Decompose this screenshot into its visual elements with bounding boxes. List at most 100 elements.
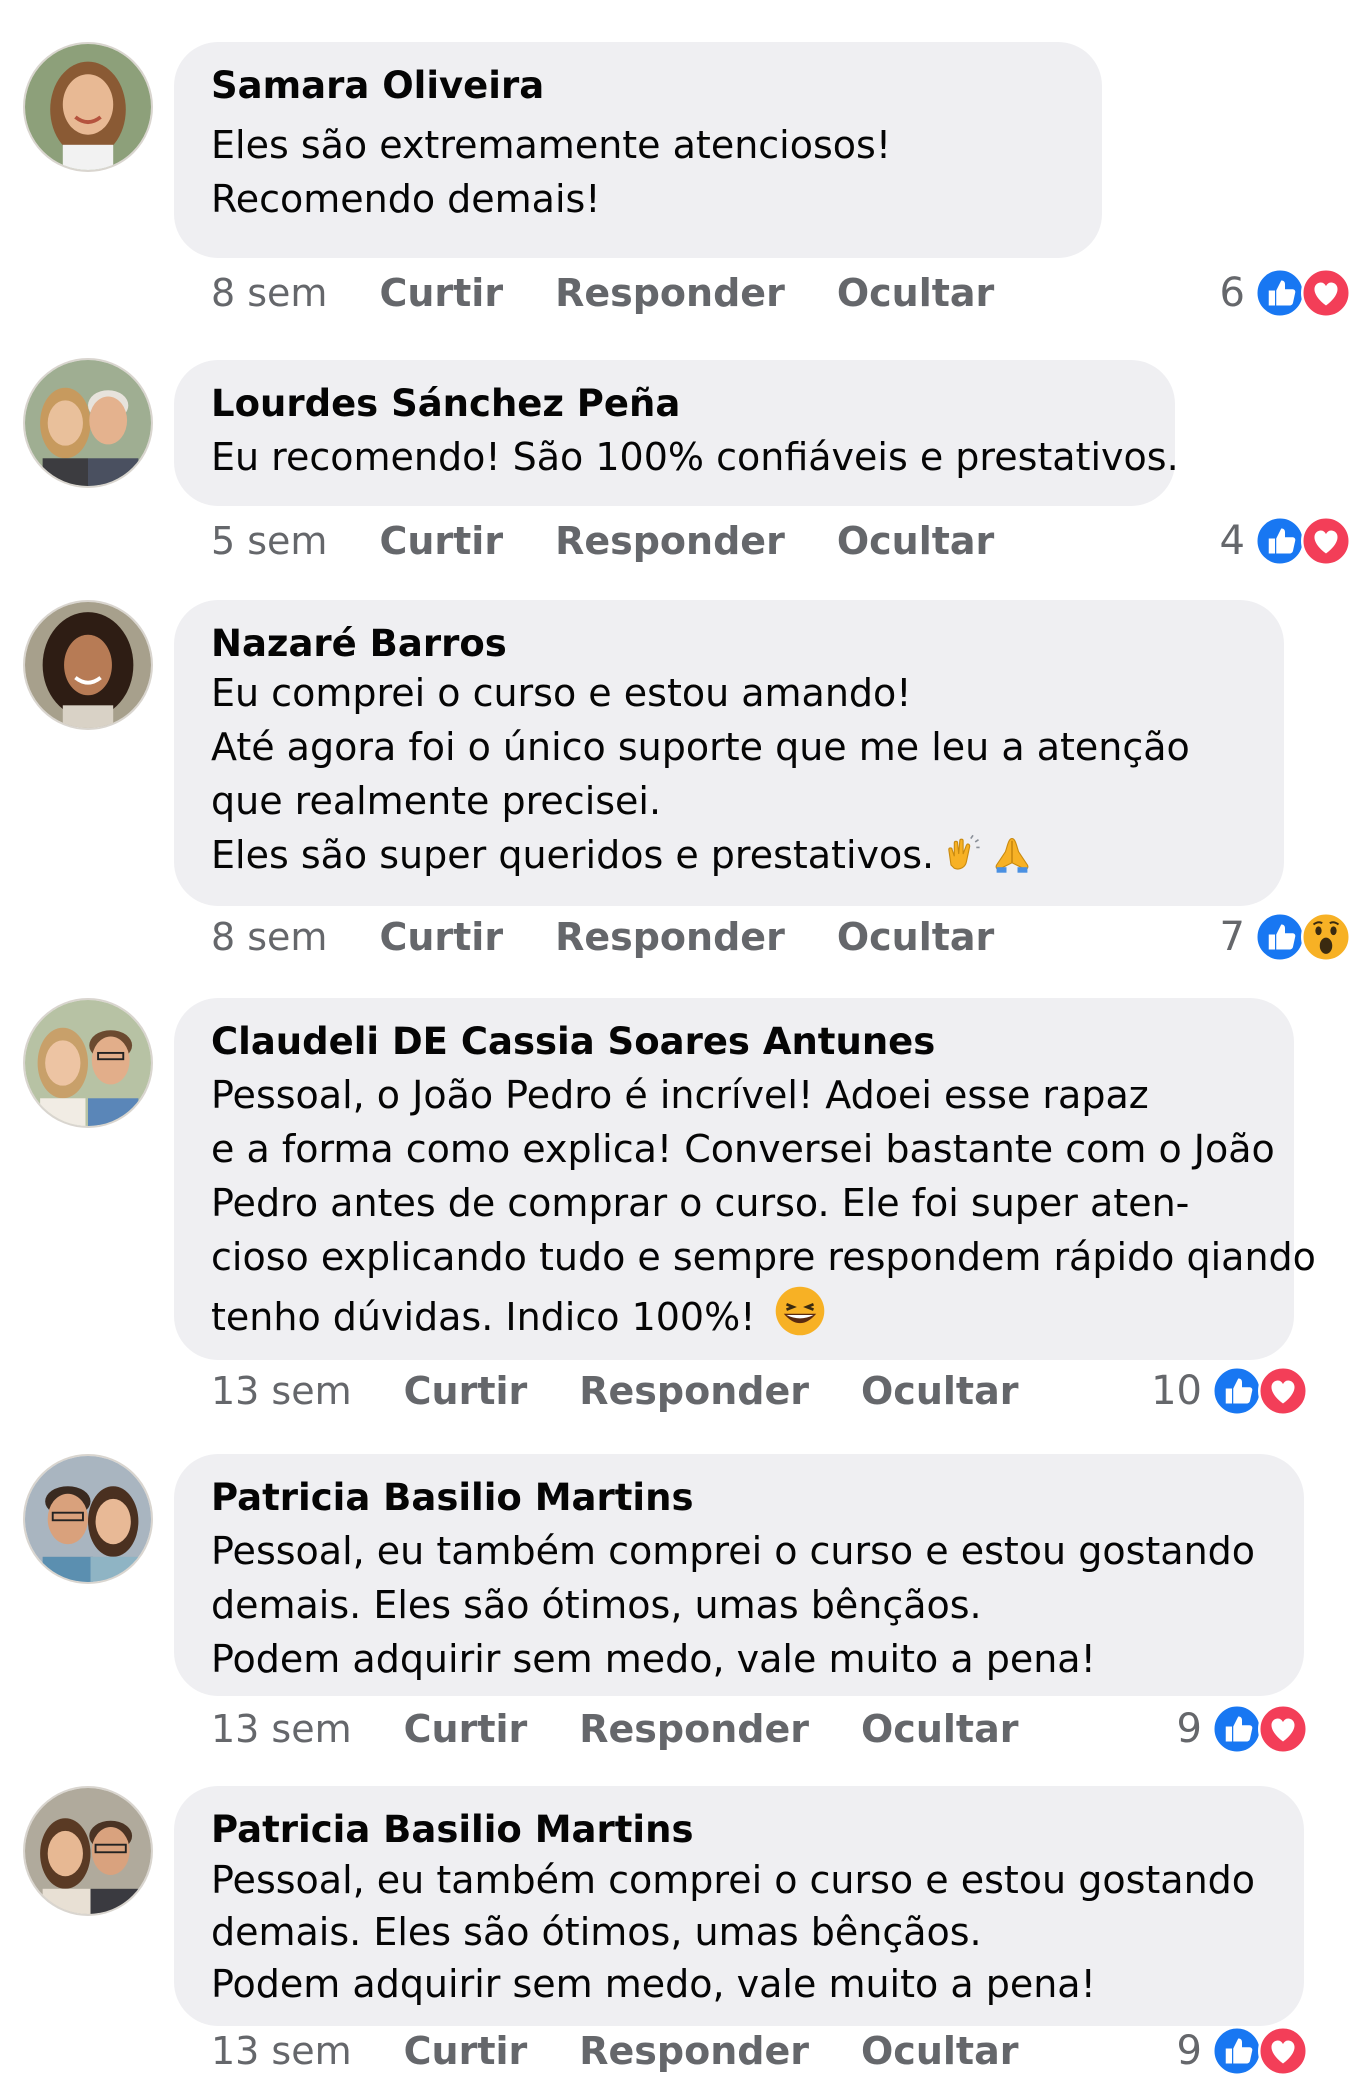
comment-line: cioso explicando tudo e sempre respondem… <box>211 1235 1316 1279</box>
comment-line: que realmente precisei. <box>211 779 662 823</box>
reply-button[interactable]: Responder <box>555 915 785 959</box>
reaction-summary[interactable]: 10 <box>1151 1366 1308 1416</box>
love-icon <box>1258 1366 1308 1416</box>
reaction-count: 6 <box>1219 270 1245 316</box>
comment-line: demais. Eles são ótimos, umas bênçãos. <box>211 1910 982 1954</box>
comment-actions: 5 sem Curtir Responder Ocultar <box>211 516 1046 566</box>
comment-actions: 13 sem Curtir Responder Ocultar <box>211 2026 1070 2076</box>
reply-button[interactable]: Responder <box>579 1707 809 1751</box>
comment-text: Pessoal, eu também comprei o curso e est… <box>211 1524 1268 1686</box>
comment-bubble: Patricia Basilio Martins Pessoal, eu tam… <box>174 1786 1304 2026</box>
grinning-squinting-face-icon <box>773 1284 827 1352</box>
comment-timestamp[interactable]: 13 sem <box>211 1369 352 1413</box>
like-button[interactable]: Curtir <box>404 1369 528 1413</box>
reaction-count: 4 <box>1219 518 1245 564</box>
comment-author[interactable]: Patricia Basilio Martins <box>211 1476 1268 1520</box>
love-icon <box>1301 516 1351 566</box>
avatar[interactable] <box>23 600 153 730</box>
comment-actions: 8 sem Curtir Responder Ocultar <box>211 268 1046 318</box>
comment-timestamp[interactable]: 13 sem <box>211 1707 352 1751</box>
comment-author[interactable]: Claudeli DE Cassia Soares Antunes <box>211 1020 1258 1064</box>
hide-button[interactable]: Ocultar <box>837 519 994 563</box>
avatar-photo <box>25 360 151 486</box>
comment-timestamp[interactable]: 8 sem <box>211 915 327 959</box>
like-icon <box>1212 2026 1262 2076</box>
avatar-photo <box>25 602 151 728</box>
comment-line: Eu recomendo! São 100% confiáveis e pres… <box>211 435 1179 479</box>
hide-button[interactable]: Ocultar <box>837 915 994 959</box>
comment-timestamp[interactable]: 8 sem <box>211 271 327 315</box>
avatar-photo <box>25 1000 151 1126</box>
hide-button[interactable]: Ocultar <box>861 2029 1018 2073</box>
avatar[interactable] <box>23 358 153 488</box>
reaction-summary[interactable]: 9 <box>1177 2026 1308 2076</box>
avatar[interactable] <box>23 998 153 1128</box>
reply-button[interactable]: Responder <box>579 2029 809 2073</box>
avatar-photo <box>25 44 151 170</box>
like-button[interactable]: Curtir <box>404 1707 528 1751</box>
like-button[interactable]: Curtir <box>379 519 503 563</box>
comment-line: demais. Eles são ótimos, umas bênçãos. <box>211 1583 982 1627</box>
comment-bubble: Samara Oliveira Eles são extremamente at… <box>174 42 1102 258</box>
folded-hands-icon <box>990 832 1034 890</box>
comment-line: Pessoal, eu também comprei o curso e est… <box>211 1529 1256 1573</box>
comment-actions: 13 sem Curtir Responder Ocultar <box>211 1366 1070 1416</box>
reaction-summary[interactable]: 9 <box>1177 1704 1308 1754</box>
avatar[interactable] <box>23 1454 153 1584</box>
reply-button[interactable]: Responder <box>579 1369 809 1413</box>
love-icon <box>1258 2026 1308 2076</box>
reply-button[interactable]: Responder <box>555 271 785 315</box>
hide-button[interactable]: Ocultar <box>861 1707 1018 1751</box>
comment-line: Podem adquirir sem medo, vale muito a pe… <box>211 1962 1096 2006</box>
comment-line: Eles são super queridos e prestativos. <box>211 833 935 877</box>
comment-line: Pessoal, o João Pedro é incrível! Adoei … <box>211 1073 1149 1117</box>
clapping-hands-icon <box>940 832 984 890</box>
reply-button[interactable]: Responder <box>555 519 785 563</box>
love-icon <box>1258 1704 1308 1754</box>
comment-actions: 8 sem Curtir Responder Ocultar <box>211 912 1046 962</box>
like-icon <box>1255 516 1305 566</box>
reaction-count: 9 <box>1176 2028 1202 2074</box>
reaction-count: 7 <box>1219 914 1245 960</box>
comment-bubble: Claudeli DE Cassia Soares Antunes Pessoa… <box>174 998 1316 1360</box>
comment-bubble: Patricia Basilio Martins Pessoal, eu tam… <box>174 1454 1304 1696</box>
comment-author[interactable]: Samara Oliveira <box>211 64 1066 108</box>
avatar[interactable] <box>23 1786 153 1916</box>
avatar-photo <box>25 1456 151 1582</box>
comment-bubble: Lourdes Sánchez Peña Eu recomendo! São 1… <box>174 360 1179 506</box>
comment-actions: 13 sem Curtir Responder Ocultar <box>211 1704 1070 1754</box>
like-icon <box>1212 1704 1262 1754</box>
comment-text: Eu comprei o curso e estou amando! Até a… <box>211 666 1248 890</box>
comment-timestamp[interactable]: 5 sem <box>211 519 327 563</box>
reaction-summary[interactable]: 7 <box>1220 912 1351 962</box>
comment-text: Pessoal, eu também comprei o curso e est… <box>211 1854 1268 2010</box>
comment-text: Pessoal, o João Pedro é incrível! Adoei … <box>211 1068 1316 1352</box>
comment-line-with-emoji: Eles são super queridos e prestativos. <box>211 828 1248 890</box>
like-button[interactable]: Curtir <box>404 2029 528 2073</box>
comment-text: Eu recomendo! São 100% confiáveis e pres… <box>211 430 1179 484</box>
comment-line: Eles são extremamente atenciosos! <box>211 123 892 167</box>
love-icon <box>1301 268 1351 318</box>
hide-button[interactable]: Ocultar <box>837 271 994 315</box>
comment-line: Até agora foi o único suporte que me leu… <box>211 725 1190 769</box>
avatar[interactable] <box>23 42 153 172</box>
comment-bubble: Nazaré Barros Eu comprei o curso e estou… <box>174 600 1284 906</box>
like-button[interactable]: Curtir <box>379 915 503 959</box>
comment-text: Eles são extremamente atenciosos! Recome… <box>211 118 1066 226</box>
comment-author[interactable]: Patricia Basilio Martins <box>211 1808 1268 1852</box>
comment-line: Recomendo demais! <box>211 177 601 221</box>
like-icon <box>1255 268 1305 318</box>
like-icon <box>1255 912 1305 962</box>
comment-line: Eu comprei o curso e estou amando! <box>211 671 912 715</box>
comment-timestamp[interactable]: 13 sem <box>211 2029 352 2073</box>
like-icon <box>1212 1366 1262 1416</box>
comment-author[interactable]: Nazaré Barros <box>211 622 1248 666</box>
comment-line: e a forma como explica! Conversei bastan… <box>211 1127 1275 1171</box>
comment-author[interactable]: Lourdes Sánchez Peña <box>211 382 1139 426</box>
reaction-summary[interactable]: 6 <box>1220 268 1351 318</box>
comment-line: tenho dúvidas. Indico 100%! <box>211 1295 756 1339</box>
reaction-count: 9 <box>1176 1706 1202 1752</box>
reaction-summary[interactable]: 4 <box>1220 516 1351 566</box>
like-button[interactable]: Curtir <box>379 271 503 315</box>
hide-button[interactable]: Ocultar <box>861 1369 1018 1413</box>
